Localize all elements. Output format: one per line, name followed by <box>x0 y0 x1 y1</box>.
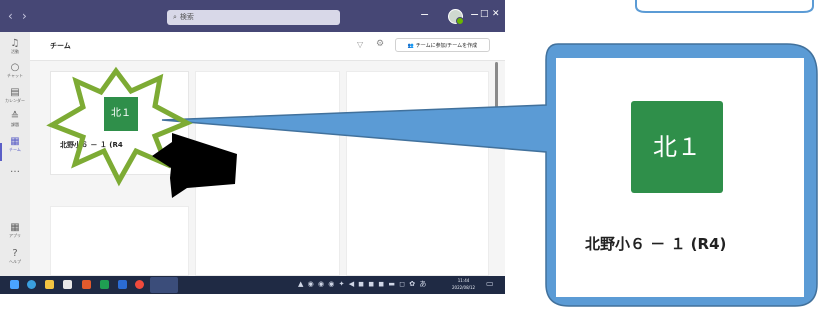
zoomed-team-name: 北野小６ － １ (R4) <box>585 235 727 253</box>
partial-callout-box <box>635 0 814 13</box>
zoomed-team-tile: 北１ <box>631 101 723 193</box>
